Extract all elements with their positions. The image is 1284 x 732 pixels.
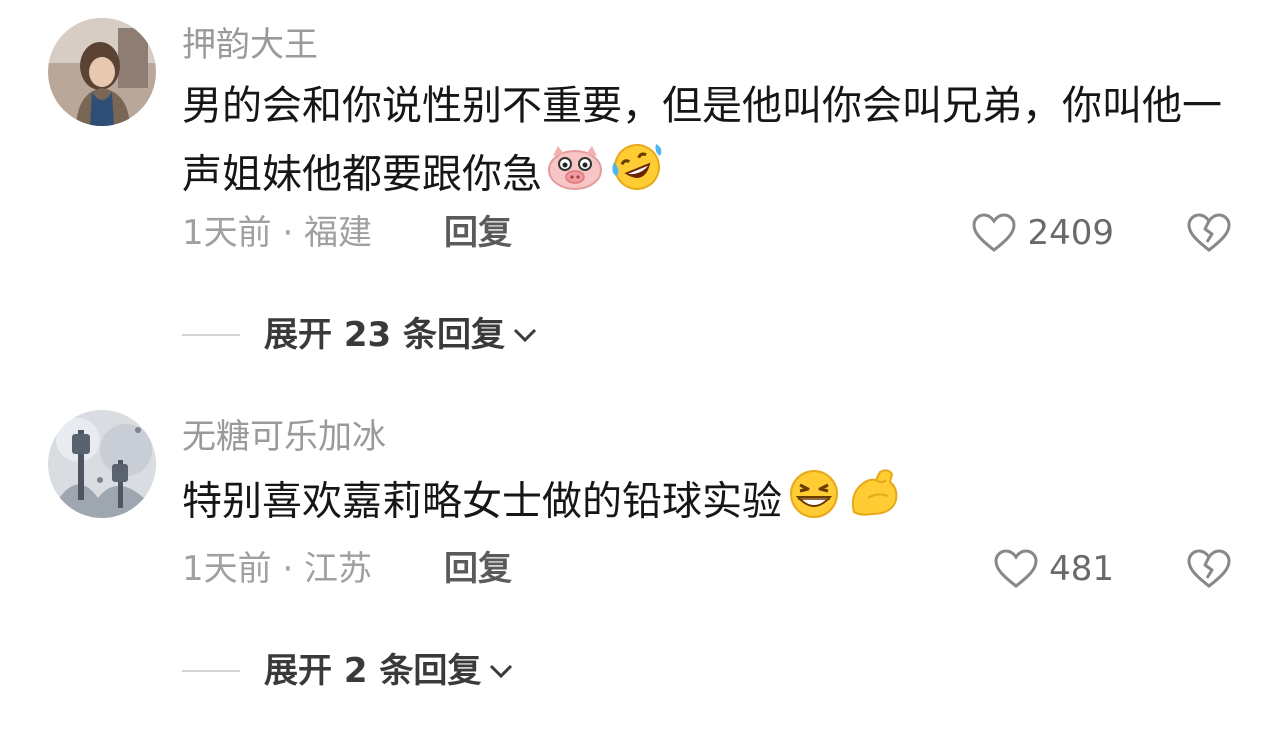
- avatar[interactable]: [48, 410, 156, 518]
- comment-text: 男的会和你说性别不重要，但是他叫你会叫兄弟，你叫他一声姐妹他都要跟你急: [182, 72, 1242, 213]
- flexed-biceps-icon: [846, 466, 904, 541]
- like-count: 481: [1049, 549, 1114, 589]
- like-count: 2409: [1027, 213, 1114, 253]
- rolling-laughing-icon: [608, 140, 666, 213]
- comment-text: 特别喜欢嘉莉略女士做的铅球实验: [182, 466, 1242, 541]
- expand-replies-button[interactable]: 展开 2 条回复: [182, 654, 515, 688]
- comment-meta: 1天前 · 江苏: [182, 549, 373, 589]
- chevron-down-icon: [490, 664, 513, 679]
- comment-body: 男的会和你说性别不重要，但是他叫你会叫兄弟，你叫他一声姐妹他都要跟你急: [182, 83, 1222, 198]
- expand-replies-label: 展开 23 条回复: [264, 315, 505, 355]
- heart-outline-icon: [972, 213, 1016, 252]
- dislike-button[interactable]: [1186, 548, 1232, 594]
- expand-replies-label: 展开 2 条回复: [264, 651, 482, 691]
- grinning-squinting-icon: [786, 467, 842, 540]
- chevron-down-icon: [513, 328, 537, 343]
- expand-replies-button[interactable]: 展开 23 条回复: [182, 318, 539, 352]
- reply-button[interactable]: 回复: [444, 552, 512, 586]
- heart-outline-icon: [994, 549, 1038, 588]
- broken-heart-icon: [1187, 213, 1231, 252]
- dislike-button[interactable]: [1186, 212, 1232, 258]
- reply-button[interactable]: 回复: [444, 216, 512, 250]
- divider: [182, 334, 240, 336]
- like-button[interactable]: 481: [993, 548, 1114, 590]
- comment-body: 特别喜欢嘉莉略女士做的铅球实验: [182, 478, 782, 525]
- broken-heart-icon: [1187, 549, 1231, 588]
- username[interactable]: 无糖可乐加冰: [182, 420, 386, 454]
- like-button[interactable]: 2409: [971, 212, 1114, 254]
- username[interactable]: 押韵大王: [182, 28, 318, 62]
- avatar[interactable]: [48, 18, 156, 126]
- divider: [182, 670, 240, 672]
- pig-face-icon: [546, 143, 604, 211]
- comment-meta: 1天前 · 福建: [182, 213, 373, 253]
